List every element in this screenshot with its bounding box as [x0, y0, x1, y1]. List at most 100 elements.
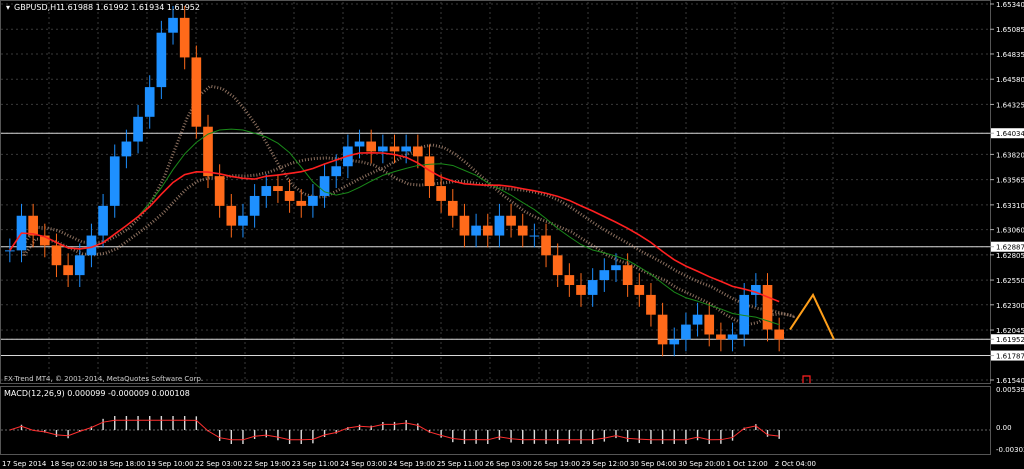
candle-body — [762, 285, 773, 330]
time-axis: 17 Sep 2014 18 Sep 02:00 18 Sep 18:00 19 Se… — [2, 460, 816, 468]
price-label: 1.63565 — [996, 177, 1024, 185]
time-label: 18 Sep 02:00 — [50, 460, 97, 468]
candle-body — [261, 186, 272, 196]
price-label: 1.65340 — [996, 1, 1024, 9]
price-label: 1.61952 — [996, 336, 1024, 344]
chart-dropdown-icon[interactable]: ▾ — [6, 3, 10, 12]
candle-body — [179, 17, 190, 58]
time-label: 26 Sep 03:00 — [485, 460, 532, 468]
time-label: 17 Sep 2014 — [2, 460, 47, 468]
candle-body — [494, 215, 505, 236]
candle-body — [657, 314, 668, 345]
time-label: 24 Sep 03:00 — [340, 460, 387, 468]
candle-body — [331, 166, 342, 177]
candle-body — [156, 32, 167, 88]
candle-body — [378, 146, 388, 152]
price-label: 1.63310 — [996, 202, 1024, 210]
time-label: 18 Sep 18:00 — [99, 460, 146, 468]
price-axis: 1.65340 1.65085 1.64835 1.64580 1.64325 1.640… — [990, 1, 1024, 454]
watermark: FX-Trend MT4, © 2001-2014, MetaQuotes So… — [4, 375, 203, 383]
time-label: 24 Sep 19:00 — [388, 460, 435, 468]
price-label: 1.62805 — [996, 252, 1024, 260]
candle-body — [133, 116, 143, 142]
candle-body — [459, 215, 470, 236]
candle-body — [401, 146, 411, 152]
symbol-label: GBPUSD,H1 — [14, 3, 61, 12]
price-label: 1.63820 — [996, 151, 1024, 159]
candle-body — [587, 280, 598, 295]
candle-body — [412, 146, 423, 157]
candle-body — [226, 205, 237, 226]
candle-body — [284, 191, 295, 201]
candle-body — [74, 255, 85, 276]
price-label: 1.65085 — [996, 26, 1024, 34]
candle-body — [109, 156, 120, 206]
candle-body — [214, 176, 225, 206]
time-label: 22 Sep 03:00 — [195, 460, 242, 468]
candle-body — [354, 141, 365, 147]
time-label: 26 Sep 19:00 — [533, 460, 580, 468]
price-label: 1.63060 — [996, 227, 1024, 235]
macd-axis-label: -0.003038 — [996, 446, 1024, 454]
price-label: 1.62550 — [996, 277, 1024, 285]
candle-body — [576, 285, 586, 295]
candle-body — [517, 225, 528, 236]
candle-body — [296, 200, 307, 206]
candle-body — [249, 195, 260, 216]
price-label: 1.62300 — [996, 302, 1024, 310]
chart-canvas[interactable]: 1.65340 1.65085 1.64835 1.64580 1.64325 1.640… — [0, 0, 1024, 469]
time-label: 1 Oct 12:00 — [727, 460, 768, 468]
candle-body — [28, 215, 38, 236]
candle-body — [646, 294, 656, 315]
price-label: 1.64835 — [996, 51, 1024, 59]
time-label: 23 Sep 11:00 — [292, 460, 339, 468]
candle-body — [191, 57, 202, 127]
ohlc-label: 1.61988 1.61992 1.61934 1.61952 — [60, 3, 200, 12]
candle-body — [144, 87, 155, 117]
macd-label: MACD(12,26,9) 0.000099 -0.000009 0.00010… — [4, 389, 190, 398]
candle-body — [63, 265, 73, 276]
candle-body — [98, 205, 108, 236]
candle-body — [308, 195, 318, 206]
time-label: 25 Sep 11:00 — [437, 460, 484, 468]
candle-body — [506, 215, 516, 226]
candle-body — [704, 314, 715, 335]
candle-body — [669, 339, 680, 345]
candle-body — [471, 225, 481, 236]
time-label: 30 Sep 20:00 — [678, 460, 725, 468]
candle-body — [634, 285, 645, 295]
price-label: 1.62045 — [996, 327, 1024, 335]
candle-body — [168, 17, 178, 33]
candle-body — [447, 200, 458, 216]
candle-body — [692, 314, 703, 325]
macd-axis-label: 0.00 — [996, 424, 1012, 432]
candle-body — [681, 324, 691, 340]
candle-body — [774, 329, 784, 340]
price-label: 1.61540 — [996, 377, 1024, 385]
price-label: 1.61787 — [996, 353, 1024, 361]
price-label: 1.64325 — [996, 101, 1024, 109]
price-label: 1.64034 — [996, 130, 1024, 138]
time-label: 30 Sep 04:00 — [630, 460, 677, 468]
candle-body — [273, 186, 283, 192]
candle-body — [51, 245, 62, 266]
candle-body — [529, 235, 540, 237]
candle-body — [5, 250, 15, 252]
macd-axis-label: 0.005397 — [996, 386, 1024, 394]
time-label: 22 Sep 19:00 — [244, 460, 291, 468]
candle-body — [121, 141, 132, 157]
price-label: 1.62887 — [996, 244, 1024, 252]
candle-body — [622, 265, 633, 286]
candle-body — [541, 235, 551, 256]
candle-body — [389, 146, 400, 152]
time-label: 19 Sep 10:00 — [147, 460, 194, 468]
candle-body — [599, 270, 610, 281]
candle-body — [611, 265, 621, 271]
candle-body — [482, 225, 493, 236]
candle-body — [564, 275, 575, 286]
candle-body — [366, 141, 377, 152]
price-label: 1.64580 — [996, 76, 1024, 84]
time-label: 2 Oct 04:00 — [775, 460, 816, 468]
time-label: 29 Sep 12:00 — [582, 460, 629, 468]
candle-body — [436, 186, 446, 201]
